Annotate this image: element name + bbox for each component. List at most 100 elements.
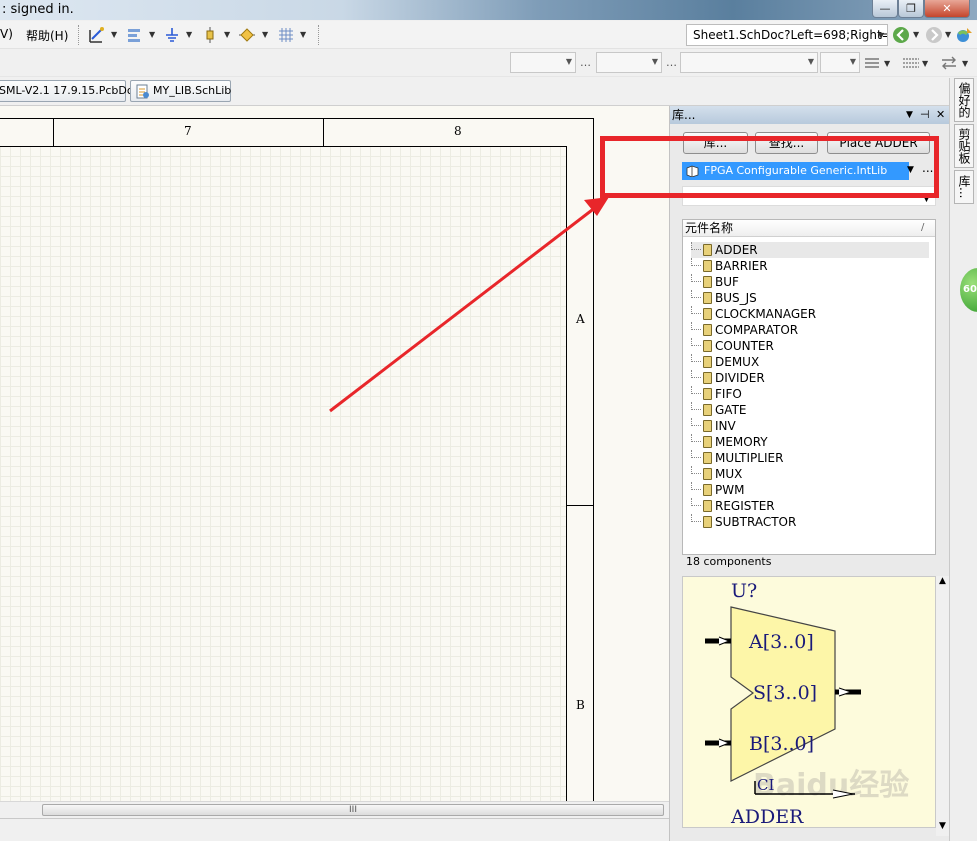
sheet-frame-top bbox=[0, 118, 594, 119]
filter-combo-2[interactable]: ▼ bbox=[596, 52, 662, 73]
scroll-up-icon[interactable]: ▲ bbox=[939, 576, 946, 586]
component-name: PWM bbox=[715, 483, 745, 497]
zone-column-label: 8 bbox=[454, 124, 462, 138]
list-item[interactable]: PWM bbox=[691, 482, 929, 498]
component-name: FIFO bbox=[715, 387, 742, 401]
component-name: ADDER bbox=[715, 243, 758, 257]
component-count: 18 components bbox=[686, 555, 772, 568]
part-tool-icon[interactable] bbox=[201, 26, 219, 44]
notification-badge[interactable]: 60 bbox=[960, 268, 977, 312]
list-item[interactable]: DEMUX bbox=[691, 354, 929, 370]
list-item[interactable]: COUNTER bbox=[691, 338, 929, 354]
list-item[interactable]: ADDER bbox=[691, 242, 929, 258]
filter-toolbar-row: ▼ … ▼ … ▼ ▼ ▼ ▼ ▼ bbox=[0, 50, 977, 77]
home-globe-icon[interactable] bbox=[955, 26, 973, 44]
sheet-grid bbox=[0, 146, 566, 801]
tab-label: MY_LIB.SchLib bbox=[153, 84, 232, 97]
minimize-button[interactable]: — bbox=[872, 0, 898, 18]
chevron-down-icon[interactable]: ▼ bbox=[300, 30, 306, 39]
chevron-down-icon[interactable]: ▼ bbox=[186, 30, 192, 39]
list-item[interactable]: COMPARATOR bbox=[691, 322, 929, 338]
component-name: COMPARATOR bbox=[715, 323, 799, 337]
menu-view[interactable]: V) bbox=[0, 27, 13, 41]
dock-tab-libraries[interactable]: 库... bbox=[954, 170, 974, 204]
address-field[interactable]: Sheet1.SchDoc?Left=698;Right= bbox=[686, 24, 888, 46]
chevron-down-icon[interactable]: ▼ bbox=[149, 30, 155, 39]
component-name: DEMUX bbox=[715, 355, 760, 369]
dock-tab-clipboard[interactable]: 剪贴板 bbox=[954, 124, 974, 168]
column-header-label: 元件名称 bbox=[685, 221, 734, 235]
chevron-down-icon[interactable]: ▼ bbox=[224, 30, 230, 39]
list-item[interactable]: INV bbox=[691, 418, 929, 434]
list-item[interactable]: GATE bbox=[691, 402, 929, 418]
chevron-down-icon[interactable]: ▼ bbox=[111, 30, 117, 39]
designator-text: U? bbox=[731, 580, 757, 602]
adder-symbol-preview: Baidu经验 U? A[3..0] S[3..0] B[3..0] CI AD… bbox=[705, 580, 909, 828]
list-item[interactable]: BARRIER bbox=[691, 258, 929, 274]
component-name: GATE bbox=[715, 403, 747, 417]
zone-row-label: A bbox=[576, 312, 585, 326]
grid-icon[interactable] bbox=[277, 26, 295, 44]
list-item[interactable]: BUF bbox=[691, 274, 929, 290]
list-item[interactable]: REGISTER bbox=[691, 498, 929, 514]
layout-view-icon[interactable] bbox=[902, 56, 920, 70]
swap-arrows-icon[interactable] bbox=[940, 55, 958, 71]
tree-connector bbox=[691, 242, 701, 250]
chevron-down-icon[interactable]: ▼ bbox=[262, 30, 268, 39]
component-name-text: ADDER bbox=[730, 806, 804, 828]
filter-combo-3[interactable]: ▼ bbox=[680, 52, 818, 73]
list-item[interactable]: MUX bbox=[691, 466, 929, 482]
component-name: MEMORY bbox=[715, 435, 768, 449]
list-item[interactable]: DIVIDER bbox=[691, 370, 929, 386]
net-label-icon[interactable] bbox=[238, 26, 256, 44]
back-arrow-icon[interactable] bbox=[892, 26, 910, 44]
chevron-down-icon[interactable]: ▼ bbox=[884, 59, 890, 68]
tree-connector bbox=[691, 338, 701, 346]
component-icon bbox=[703, 436, 712, 448]
highlight-box bbox=[600, 136, 939, 198]
chevron-down-icon[interactable]: ▼ bbox=[962, 59, 968, 68]
list-item[interactable]: CLOCKMANAGER bbox=[691, 306, 929, 322]
sort-indicator: / bbox=[921, 222, 925, 233]
ellipsis-icon[interactable]: … bbox=[580, 56, 591, 69]
component-name: REGISTER bbox=[715, 499, 775, 513]
list-item[interactable]: MEMORY bbox=[691, 434, 929, 450]
tree-connector bbox=[691, 258, 701, 266]
scroll-down-icon[interactable]: ▼ bbox=[939, 821, 946, 831]
list-column-header[interactable]: 元件名称 / bbox=[683, 220, 935, 237]
chevron-down-icon[interactable]: ▼ bbox=[878, 31, 884, 40]
chevron-down-icon[interactable]: ▼ bbox=[922, 59, 928, 68]
chevron-down-icon[interactable]: ▼ bbox=[913, 30, 919, 39]
list-item[interactable]: FIFO bbox=[691, 386, 929, 402]
component-icon bbox=[703, 340, 712, 352]
filter-combo-4[interactable]: ▼ bbox=[820, 52, 860, 73]
ground-power-icon[interactable] bbox=[163, 26, 181, 44]
ellipsis-icon[interactable]: … bbox=[666, 56, 677, 69]
panel-menu-icon[interactable]: ▼ bbox=[906, 106, 913, 124]
scrollbar-thumb[interactable]: III bbox=[42, 804, 664, 816]
forward-arrow-icon[interactable] bbox=[925, 26, 943, 44]
zone-divider bbox=[53, 118, 54, 146]
tree-connector bbox=[691, 322, 701, 330]
pin-icon[interactable]: ⊣ bbox=[920, 106, 930, 124]
signin-status-text: : signed in. bbox=[2, 2, 74, 17]
menu-help[interactable]: 帮助(H) bbox=[26, 27, 68, 44]
horizontal-scrollbar[interactable]: III bbox=[0, 801, 669, 818]
chevron-down-icon[interactable]: ▼ bbox=[945, 30, 951, 39]
list-item[interactable]: MULTIPLIER bbox=[691, 450, 929, 466]
close-button[interactable]: ✕ bbox=[924, 0, 970, 18]
close-icon[interactable]: ✕ bbox=[936, 106, 945, 124]
wire-tool-icon[interactable] bbox=[88, 26, 106, 44]
filter-combo-1[interactable]: ▼ bbox=[510, 52, 576, 73]
list-item[interactable]: SUBTRACTOR bbox=[691, 514, 929, 530]
preview-scrollbar[interactable]: ▲ ▼ bbox=[936, 576, 950, 836]
list-item[interactable]: BUS_JS bbox=[691, 290, 929, 306]
dock-tab-favorites[interactable]: 偏好的 bbox=[954, 78, 974, 122]
component-icon bbox=[703, 308, 712, 320]
tab-pcbdoc[interactable]: SML-V2.1 17.9.15.PcbDoc bbox=[0, 80, 140, 102]
align-tool-icon[interactable] bbox=[126, 26, 144, 44]
maximize-button[interactable]: ❐ bbox=[898, 0, 924, 18]
schematic-sheet[interactable]: 7 8 A B bbox=[0, 106, 669, 801]
tab-schlib[interactable]: MY_LIB.SchLib bbox=[130, 80, 231, 102]
list-view-icon[interactable] bbox=[864, 56, 880, 70]
